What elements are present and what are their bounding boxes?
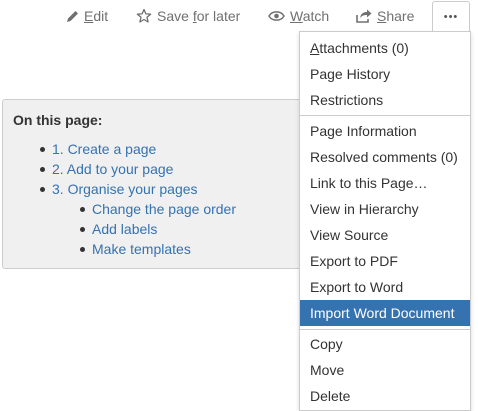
bullet-icon: [80, 247, 85, 252]
more-actions-menu: Attachments (0) Page History Restriction…: [299, 31, 471, 411]
menu-item-link-to-page[interactable]: Link to this Page…: [300, 170, 470, 196]
bullet-icon: [40, 187, 45, 192]
watch-button[interactable]: Watch: [268, 4, 329, 28]
toc-title: On this page:: [13, 112, 103, 128]
save-for-later-button[interactable]: Save for later: [136, 4, 240, 28]
menu-item-copy[interactable]: Copy: [300, 331, 470, 357]
menu-divider: [300, 329, 470, 330]
menu-item-page-information[interactable]: Page Information: [300, 118, 470, 144]
edit-button[interactable]: Edit: [66, 4, 108, 28]
more-actions-button[interactable]: •••: [432, 1, 470, 31]
bullet-icon: [80, 227, 85, 232]
page-toolbar: Edit Save for later Watch Share •••: [0, 0, 478, 32]
menu-item-delete[interactable]: Delete: [300, 383, 470, 409]
bullet-icon: [40, 147, 45, 152]
menu-divider: [300, 115, 470, 116]
pencil-icon: [66, 10, 79, 23]
share-button[interactable]: Share: [355, 4, 414, 28]
menu-item-attachments[interactable]: Attachments (0): [300, 35, 470, 61]
save-for-later-label: Save for later: [157, 8, 241, 24]
toc-link-make-templates[interactable]: Make templates: [92, 241, 191, 257]
edit-label: Edit: [84, 8, 109, 24]
share-label: Share: [377, 8, 415, 24]
toc-link-organise-pages[interactable]: 3. Organise your pages: [52, 181, 198, 197]
bullet-icon: [40, 167, 45, 172]
menu-item-export-word[interactable]: Export to Word: [300, 274, 470, 300]
menu-item-export-pdf[interactable]: Export to PDF: [300, 248, 470, 274]
eye-icon: [268, 10, 285, 22]
menu-item-move[interactable]: Move: [300, 357, 470, 383]
toc-link-create-page[interactable]: 1. Create a page: [52, 141, 156, 157]
toc-link-change-order[interactable]: Change the page order: [92, 201, 236, 217]
menu-item-view-source[interactable]: View Source: [300, 222, 470, 248]
menu-item-resolved-comments[interactable]: Resolved comments (0): [300, 144, 470, 170]
watch-label: Watch: [290, 8, 330, 24]
menu-item-view-hierarchy[interactable]: View in Hierarchy: [300, 196, 470, 222]
share-icon: [355, 9, 372, 23]
bullet-icon: [80, 207, 85, 212]
ellipsis-icon: •••: [443, 10, 459, 23]
menu-item-restrictions[interactable]: Restrictions: [300, 87, 470, 113]
menu-item-page-history[interactable]: Page History: [300, 61, 470, 87]
toc-link-add-to-page[interactable]: 2. Add to your page: [52, 161, 173, 177]
menu-item-import-word[interactable]: Import Word Document: [300, 300, 470, 326]
toc-link-add-labels[interactable]: Add labels: [92, 221, 157, 237]
on-this-page-panel: On this page: 1. Create a page 2. Add to…: [2, 99, 332, 269]
star-icon: [136, 8, 152, 24]
